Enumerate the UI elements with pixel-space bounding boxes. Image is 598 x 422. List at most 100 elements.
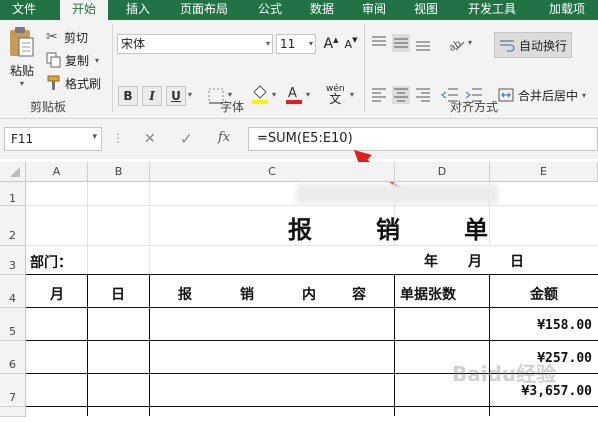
paste-dropdown-icon[interactable]: ▾ (20, 79, 24, 88)
enter-icon[interactable]: ✓ (180, 130, 193, 148)
formula-bar-grip-icon: ⋮ (112, 131, 124, 145)
align-center-icon[interactable] (392, 86, 410, 104)
align-right-icon[interactable] (414, 86, 432, 104)
table-border (149, 275, 150, 416)
insert-function-icon[interactable]: fx (218, 130, 230, 145)
column-header-c[interactable]: C (150, 162, 395, 182)
font-color-dropdown-icon[interactable]: ▾ (306, 90, 310, 99)
tab-data[interactable]: 数据 (300, 0, 344, 20)
font-group-label: 字体 (220, 100, 245, 114)
table-border (489, 275, 490, 416)
row-header-4[interactable]: 4 (0, 275, 26, 308)
format-painter-button[interactable]: 格式刷 (46, 74, 101, 92)
ribbon: 粘贴 ▾ ✂ 剪切 复制 ▾ 格式刷 剪贴板 宋体 ▾ 11 ▾ A ▲ A ▼ B… (0, 20, 598, 128)
phonetic-button[interactable]: wén 文 (326, 84, 345, 106)
date-month-label: 月 (468, 254, 482, 270)
row-header-5[interactable]: 5 (0, 308, 26, 341)
cut-label: 剪切 (64, 30, 89, 45)
phonetic-icon: 文 (329, 92, 342, 106)
underline-button[interactable]: U (166, 86, 186, 106)
table-border (26, 406, 598, 407)
paste-button[interactable]: 粘贴 ▾ (6, 26, 38, 96)
tab-view[interactable]: 视图 (404, 0, 448, 20)
font-size-select[interactable]: 11 ▾ (276, 34, 316, 54)
tab-file[interactable]: 文件 (0, 0, 48, 20)
fill-color-icon[interactable] (250, 84, 270, 104)
amount-cell[interactable]: ¥158.00 (537, 318, 592, 333)
font-name-dropdown-icon: ▾ (265, 39, 270, 48)
header-doc-count: 单据张数 (400, 287, 456, 303)
date-year-label: 年 (424, 254, 438, 270)
merge-dropdown-icon[interactable]: ▾ (582, 91, 586, 100)
format-painter-label: 格式刷 (65, 76, 102, 91)
name-box-dropdown-icon: ▾ (92, 132, 97, 142)
tab-addins[interactable]: 加载项 (536, 0, 598, 20)
row-header-2[interactable]: 2 (0, 206, 26, 246)
copy-dropdown-icon[interactable]: ▾ (95, 56, 99, 65)
italic-button[interactable]: I (142, 86, 162, 106)
table-border (26, 340, 598, 341)
merge-center-icon (498, 88, 514, 102)
gridline (26, 205, 598, 206)
copy-icon (46, 52, 61, 68)
formula-text: =SUM(E5:E10) (257, 131, 353, 146)
bold-button[interactable]: B (118, 86, 138, 106)
ribbon-separator (364, 24, 365, 112)
font-color-icon[interactable]: A (284, 84, 304, 104)
tab-formulas[interactable]: 公式 (248, 0, 292, 20)
fill-color-dropdown-icon[interactable]: ▾ (272, 90, 276, 99)
column-header-e[interactable]: E (490, 162, 598, 182)
font-size-dropdown-icon: ▾ (308, 39, 313, 48)
phonetic-dropdown-icon[interactable]: ▾ (350, 90, 354, 99)
row-header-7[interactable]: 7 (0, 374, 26, 407)
tab-insert[interactable]: 插入 (116, 0, 160, 20)
shrink-font-icon: A (344, 37, 353, 51)
copy-button[interactable]: 复制 ▾ (46, 51, 99, 69)
table-border (26, 307, 598, 308)
wrap-text-button[interactable]: 自动换行 (494, 32, 573, 58)
select-all-corner[interactable] (0, 162, 26, 182)
tab-review[interactable]: 审阅 (352, 0, 396, 20)
title-char: 销 (376, 215, 400, 244)
align-top-icon[interactable] (370, 34, 388, 52)
wrap-text-icon (500, 40, 515, 52)
gridline (149, 182, 150, 246)
font-name-select[interactable]: 宋体 ▾ (117, 34, 273, 54)
cancel-icon[interactable]: ✕ (144, 131, 156, 147)
tab-home[interactable]: 开始 (60, 0, 108, 20)
merge-center-button[interactable]: 合并后居中 ▾ (498, 86, 586, 104)
column-header-b[interactable]: B (88, 162, 150, 182)
tab-developer[interactable]: 开发工具 (458, 0, 526, 20)
copy-label: 复制 (65, 53, 90, 68)
align-left-icon[interactable] (370, 86, 388, 104)
header-month: 月 (50, 287, 64, 303)
row-header-1[interactable]: 1 (0, 182, 26, 206)
font-name-value: 宋体 (121, 37, 146, 51)
gridline (87, 246, 88, 275)
row-header-6[interactable]: 6 (0, 341, 26, 374)
font-size-value: 11 (280, 37, 296, 51)
tab-page-layout[interactable]: 页面布局 (170, 0, 238, 20)
formula-bar: F11 ▾ ⋮ ✕ ✓ fx =SUM(E5:E10) (0, 119, 598, 191)
grow-font-button[interactable]: A ▲ (322, 34, 340, 54)
table-border (26, 274, 598, 275)
title-char: 报 (288, 215, 312, 244)
scissors-icon: ✂ (46, 29, 58, 45)
header-amount: 金额 (530, 287, 558, 303)
ribbon-separator (112, 24, 113, 112)
shrink-font-button[interactable]: A ▼ (342, 34, 360, 54)
column-header-d[interactable]: D (395, 162, 490, 182)
ribbon-tab-bar: 文件 开始 插入 页面布局 公式 数据 审阅 视图 开发工具 加载项 (0, 0, 598, 20)
orientation-icon[interactable]: ab (446, 34, 466, 52)
header-content-char: 报 (178, 287, 192, 303)
name-box[interactable]: F11 ▾ (4, 127, 102, 151)
column-header-a[interactable]: A (26, 162, 88, 182)
row-header-3[interactable]: 3 (0, 246, 26, 275)
table-border (87, 275, 88, 416)
orientation-dropdown-icon[interactable]: ▾ (468, 38, 472, 47)
cut-button[interactable]: ✂ 剪切 (46, 28, 88, 46)
formula-input[interactable]: =SUM(E5:E10) (248, 127, 598, 151)
align-bottom-icon[interactable] (414, 34, 432, 52)
align-middle-icon[interactable] (392, 34, 410, 52)
underline-dropdown-icon[interactable]: ▾ (188, 90, 192, 99)
